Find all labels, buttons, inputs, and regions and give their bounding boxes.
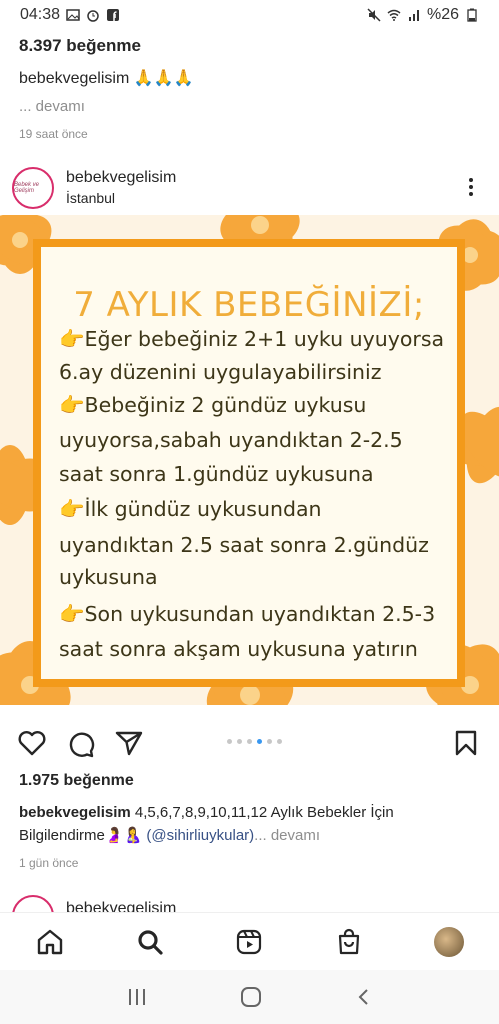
caption-more-link[interactable]: ... devamı [254,827,320,844]
battery-icon [467,8,477,22]
system-nav-bar [0,970,499,1024]
facebook-icon [107,9,120,21]
avatar[interactable]: Bebek ve Gelişim [12,166,54,209]
image-line: uyuyorsa,sabah uyandıktan 2-2.5 [59,428,403,452]
avatar-logo-text: Bebek ve Gelişim [14,181,40,194]
image-line: uyandıktan 2.5 saat sonra 2.gündüz [59,533,429,557]
image-title: 7 AYLIK BEBEĞİNİZİ; [73,285,425,325]
wifi-icon [387,9,401,21]
image-line: 👉Eğer bebeğiniz 2+1 uyku uyuyorsa [59,327,445,351]
post-username[interactable]: bebekvegelisim [66,169,176,187]
post-actions [0,720,499,764]
profile-avatar[interactable] [429,922,469,962]
shop-icon[interactable] [329,922,369,962]
previous-post-more-link[interactable]: ... devamı [0,98,499,115]
image-line: saat sonra akşam uykusuna yatırın [59,637,418,661]
mute-icon [367,8,381,22]
home-icon[interactable] [30,922,70,962]
comment-icon[interactable] [67,730,95,758]
post-location[interactable]: İstanbul [66,190,176,206]
bottom-nav [0,912,499,971]
clock: 04:38 [20,6,61,23]
info-card: 7 AYLIK BEBEĞİNİZİ; 👉Eğer bebeğiniz 2+1 … [33,239,465,687]
image-line: 👉İlk gündüz uykusundan [59,497,322,521]
caption-emoji: 🤰🤱 [104,827,143,844]
recent-apps-icon[interactable] [126,987,148,1007]
previous-post-caption: bebekvegelisim 🙏🙏🙏 [19,70,194,87]
battery-percent: %26 [426,6,459,23]
image-icon [66,9,80,21]
previous-post: 8.397 beğenme bebekvegelisim 🙏🙏🙏 ... dev… [0,36,499,141]
alarm-icon [87,10,99,22]
carousel-indicator [227,739,282,744]
reels-icon[interactable] [229,922,269,962]
previous-post-likes[interactable]: 8.397 beğenme [0,36,499,56]
image-line: 👉Bebeğiniz 2 gündüz uykusu [59,393,367,417]
post-time: 1 gün önce [19,856,79,870]
caption-mention[interactable]: (@sihirliuykular) [146,827,254,844]
image-line: 6.ay düzenini uygulayabilirsiniz [59,360,382,384]
save-bookmark-icon[interactable] [455,730,477,756]
post-caption: bebekvegelisim 4,5,6,7,8,9,10,11,12 Aylı… [19,801,479,847]
previous-post-time: 19 saat önce [19,127,88,141]
like-heart-icon[interactable] [18,730,46,756]
caption-username[interactable]: bebekvegelisim [19,804,131,821]
post-likes[interactable]: 1.975 beğenme [19,772,134,790]
image-line: uykusuna [59,565,158,589]
image-line: 👉Son uykusundan uyandıktan 2.5-3 [59,602,436,626]
post-image[interactable]: 7 AYLIK BEBEĞİNİZİ; 👉Eğer bebeğiniz 2+1 … [0,215,499,705]
home-button-icon[interactable] [239,986,263,1008]
image-line: saat sonra 1.gündüz uykusuna [59,462,374,486]
post-header: Bebek ve Gelişim bebekvegelisim İstanbul [0,160,499,215]
status-bar: 04:38 %26 [0,0,499,30]
more-options-icon[interactable] [469,178,473,199]
back-icon[interactable] [354,987,374,1007]
signal-icon [408,10,419,21]
search-icon[interactable] [130,922,170,962]
share-send-icon[interactable] [115,730,143,756]
